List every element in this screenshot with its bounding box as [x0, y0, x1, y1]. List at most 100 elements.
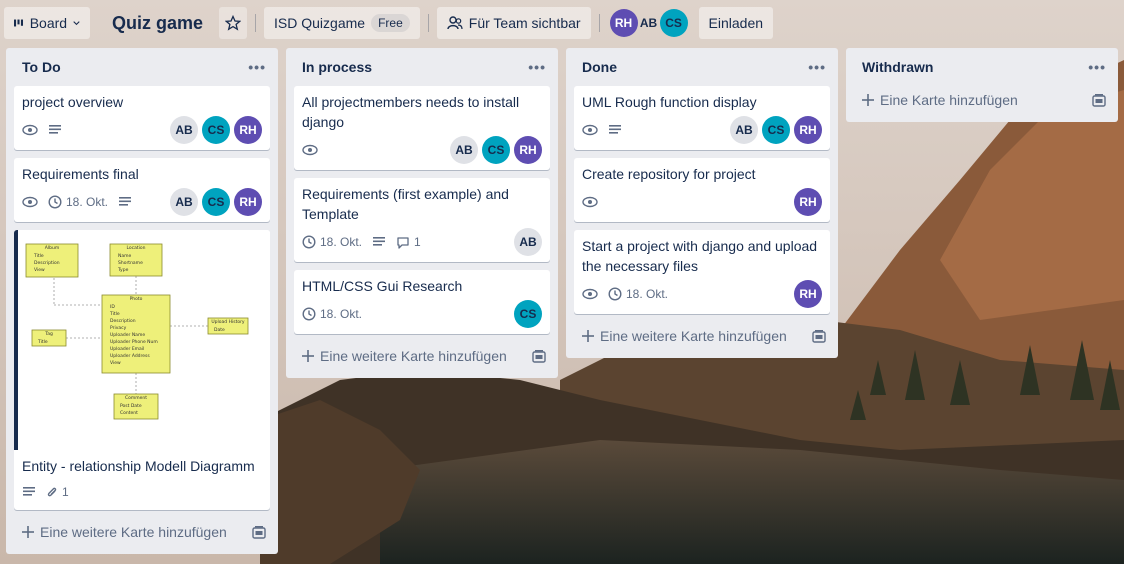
card-badges: 18. Okt. AB CS RH [22, 188, 262, 216]
card-title: Start a project with django and upload t… [582, 238, 818, 274]
list-title[interactable]: In process [302, 59, 372, 75]
card-title: project overview [22, 94, 124, 110]
avatar[interactable]: RH [794, 280, 822, 308]
avatar[interactable]: CS [659, 9, 688, 37]
plus-icon [22, 526, 34, 538]
card[interactable]: All projectmembers needs to install djan… [294, 86, 550, 170]
board-icon [14, 19, 24, 27]
entity-field: Title [33, 253, 44, 259]
entity-field: Uploader Phone Num [110, 339, 158, 345]
list-done: Done ••• UML Rough function display AB C… [566, 48, 838, 358]
avatar[interactable]: CS [762, 116, 790, 144]
due-date: 18. Okt. [626, 287, 669, 301]
card[interactable]: UML Rough function display AB CS RH [574, 86, 830, 150]
card[interactable]: Start a project with django and upload t… [574, 230, 830, 314]
watch-icon [22, 124, 38, 136]
visibility-label: Für Team sichtbar [468, 15, 581, 31]
card-template-icon[interactable] [532, 349, 546, 363]
entity-field: Uploader Address [110, 353, 150, 359]
avatar[interactable]: CS [514, 300, 542, 328]
add-card-button[interactable]: Eine weitere Karte hinzufügen [14, 518, 270, 546]
clock-icon [302, 235, 316, 249]
plus-icon [582, 330, 594, 342]
entity-field: ID [110, 304, 115, 310]
comment-icon [397, 236, 409, 249]
avatar[interactable]: RH [514, 136, 542, 164]
due-date-badge[interactable]: 18. Okt. [48, 195, 108, 209]
list-title[interactable]: To Do [22, 59, 61, 75]
list-header: Withdrawn ••• [854, 48, 1110, 86]
avatar[interactable]: RH [794, 188, 822, 216]
comments-badge: 1 [396, 235, 421, 249]
card[interactable]: Album Title Description View Location Na… [14, 230, 270, 510]
clock-icon [608, 287, 622, 301]
list-in-process: In process ••• All projectmembers needs … [286, 48, 558, 378]
avatar[interactable]: RH [794, 116, 822, 144]
list-header: In process ••• [294, 48, 550, 86]
avatar[interactable]: AB [450, 136, 478, 164]
plan-badge: Free [371, 14, 410, 32]
due-date-badge[interactable]: 18. Okt. [608, 287, 668, 301]
star-button[interactable] [219, 7, 248, 39]
entity-title: Location [126, 245, 145, 251]
card-badges: AB CS RH [582, 116, 822, 144]
avatar[interactable]: AB [170, 116, 198, 144]
card-title: All projectmembers needs to install djan… [302, 94, 520, 130]
avatar[interactable]: AB [170, 188, 198, 216]
card[interactable]: Requirements (first example) and Templat… [294, 178, 550, 262]
entity-field: Content [120, 410, 138, 416]
due-date: 18. Okt. [320, 307, 363, 321]
entity-field: View [110, 360, 121, 366]
paperclip-icon [47, 487, 57, 497]
avatar[interactable]: AB [635, 9, 663, 37]
list-menu-button[interactable]: ••• [248, 59, 266, 75]
visibility-button[interactable]: Für Team sichtbar [436, 7, 591, 39]
workspace-button[interactable]: ISD Quizgame Free [264, 7, 420, 39]
entity-title: Album [45, 245, 59, 251]
watch-icon [582, 288, 598, 300]
avatar[interactable]: RH [609, 9, 638, 37]
list-menu-button[interactable]: ••• [528, 59, 546, 75]
invite-button[interactable]: Einladen [698, 7, 774, 39]
entity-field: Title [109, 311, 120, 317]
card[interactable]: project overview AB CS RH [14, 86, 270, 150]
list-title[interactable]: Withdrawn [862, 59, 933, 75]
list-menu-button[interactable]: ••• [1088, 59, 1106, 75]
list-withdrawn: Withdrawn ••• Eine Karte hinzufügen [846, 48, 1118, 122]
card-title: Requirements final [22, 166, 139, 182]
card-template-icon[interactable] [812, 329, 826, 343]
description-icon [118, 196, 132, 208]
avatar[interactable]: AB [514, 228, 542, 256]
card-badges: 18. Okt. CS [302, 300, 542, 328]
card-badges: RH [582, 188, 822, 216]
avatar[interactable]: AB [730, 116, 758, 144]
avatar[interactable]: RH [234, 188, 262, 216]
card[interactable]: HTML/CSS Gui Research 18. Okt. CS [294, 270, 550, 334]
entity-title: Upload History [211, 319, 245, 325]
list-menu-button[interactable]: ••• [808, 59, 826, 75]
list-title[interactable]: Done [582, 59, 617, 75]
watch-icon [582, 196, 598, 208]
add-card-button[interactable]: Eine Karte hinzufügen [854, 86, 1110, 114]
avatar[interactable]: CS [202, 116, 230, 144]
avatar[interactable]: RH [234, 116, 262, 144]
entity-field: Shortname [118, 260, 143, 266]
er-diagram: Album Title Description View Location Na… [25, 243, 249, 420]
add-card-button[interactable]: Eine weitere Karte hinzufügen [574, 322, 830, 350]
card-badges: AB CS RH [22, 116, 262, 144]
avatar[interactable]: CS [202, 188, 230, 216]
card-template-icon[interactable] [1092, 93, 1106, 107]
card-title: Create repository for project [582, 166, 756, 182]
due-date-badge[interactable]: 18. Okt. [302, 235, 362, 249]
comment-count: 1 [414, 235, 421, 249]
board-title[interactable]: Quiz game [98, 13, 211, 34]
card[interactable]: Create repository for project RH [574, 158, 830, 222]
avatar[interactable]: CS [482, 136, 510, 164]
add-card-button[interactable]: Eine weitere Karte hinzufügen [294, 342, 550, 370]
card[interactable]: Requirements final 18. Okt. AB CS RH [14, 158, 270, 222]
entity-title: Comment [125, 395, 147, 401]
board-switcher-button[interactable]: Board [4, 7, 90, 39]
card-template-icon[interactable] [252, 525, 266, 539]
star-icon [225, 15, 242, 31]
due-date-badge[interactable]: 18. Okt. [302, 307, 362, 321]
